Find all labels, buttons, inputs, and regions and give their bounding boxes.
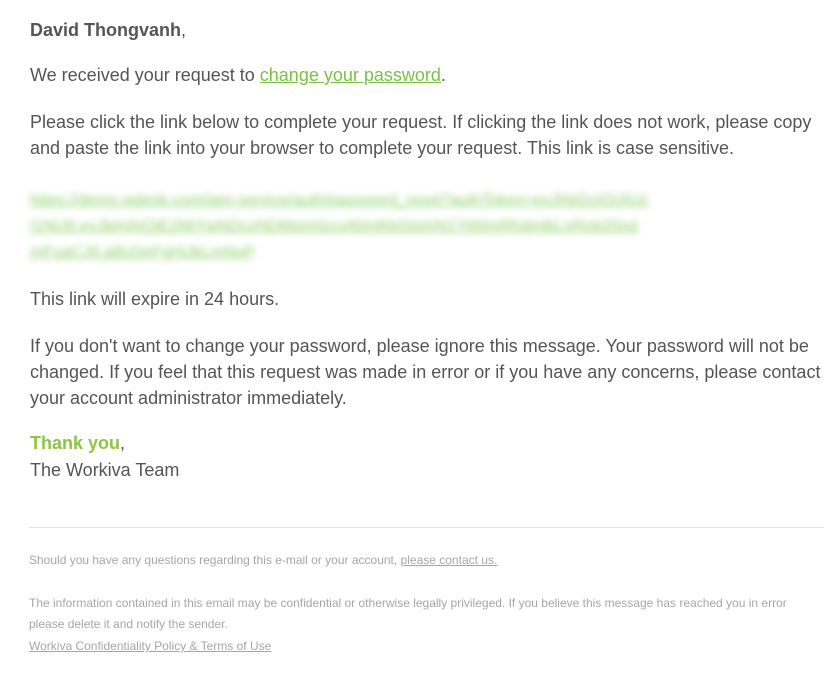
thank-you-text: Thank you: [30, 433, 121, 453]
ignore-paragraph: If you don't want to change your passwor…: [30, 336, 821, 408]
signoff-punct: ,: [120, 433, 126, 453]
instructions-paragraph: Please click the link below to complete …: [30, 112, 812, 158]
confidentiality-policy-link[interactable]: Workiva Confidentiality Policy & Terms o…: [29, 639, 271, 653]
request-line: We received your request to change your …: [30, 62, 446, 88]
request-suffix: .: [440, 65, 446, 85]
policy-line: Workiva Confidentiality Policy & Terms o…: [29, 636, 271, 657]
signoff-line: Thank you,: [30, 430, 125, 456]
request-prefix: We received your request to: [30, 65, 260, 85]
footer-questions: Should you have any questions regarding …: [29, 550, 497, 571]
reset-password-url[interactable]: https://demo.wdesk.com/iam-service/auth/…: [30, 188, 650, 266]
greeting-line: David Thongvanh,: [30, 17, 186, 43]
email-body: David Thongvanh, We received your reques…: [0, 0, 840, 680]
confidentiality-notice: The information contained in this email …: [29, 596, 787, 631]
expiry-notice: This link will expire in 24 hours.: [30, 289, 280, 309]
greeting-punct: ,: [181, 20, 187, 40]
contact-us-link[interactable]: please contact us.: [401, 553, 498, 567]
footer-questions-text: Should you have any questions regarding …: [29, 553, 401, 567]
footer-divider: [29, 527, 824, 528]
recipient-name: David Thongvanh: [30, 20, 182, 40]
team-signature: The Workiva Team: [30, 460, 180, 480]
change-password-link[interactable]: change your password: [260, 65, 441, 85]
